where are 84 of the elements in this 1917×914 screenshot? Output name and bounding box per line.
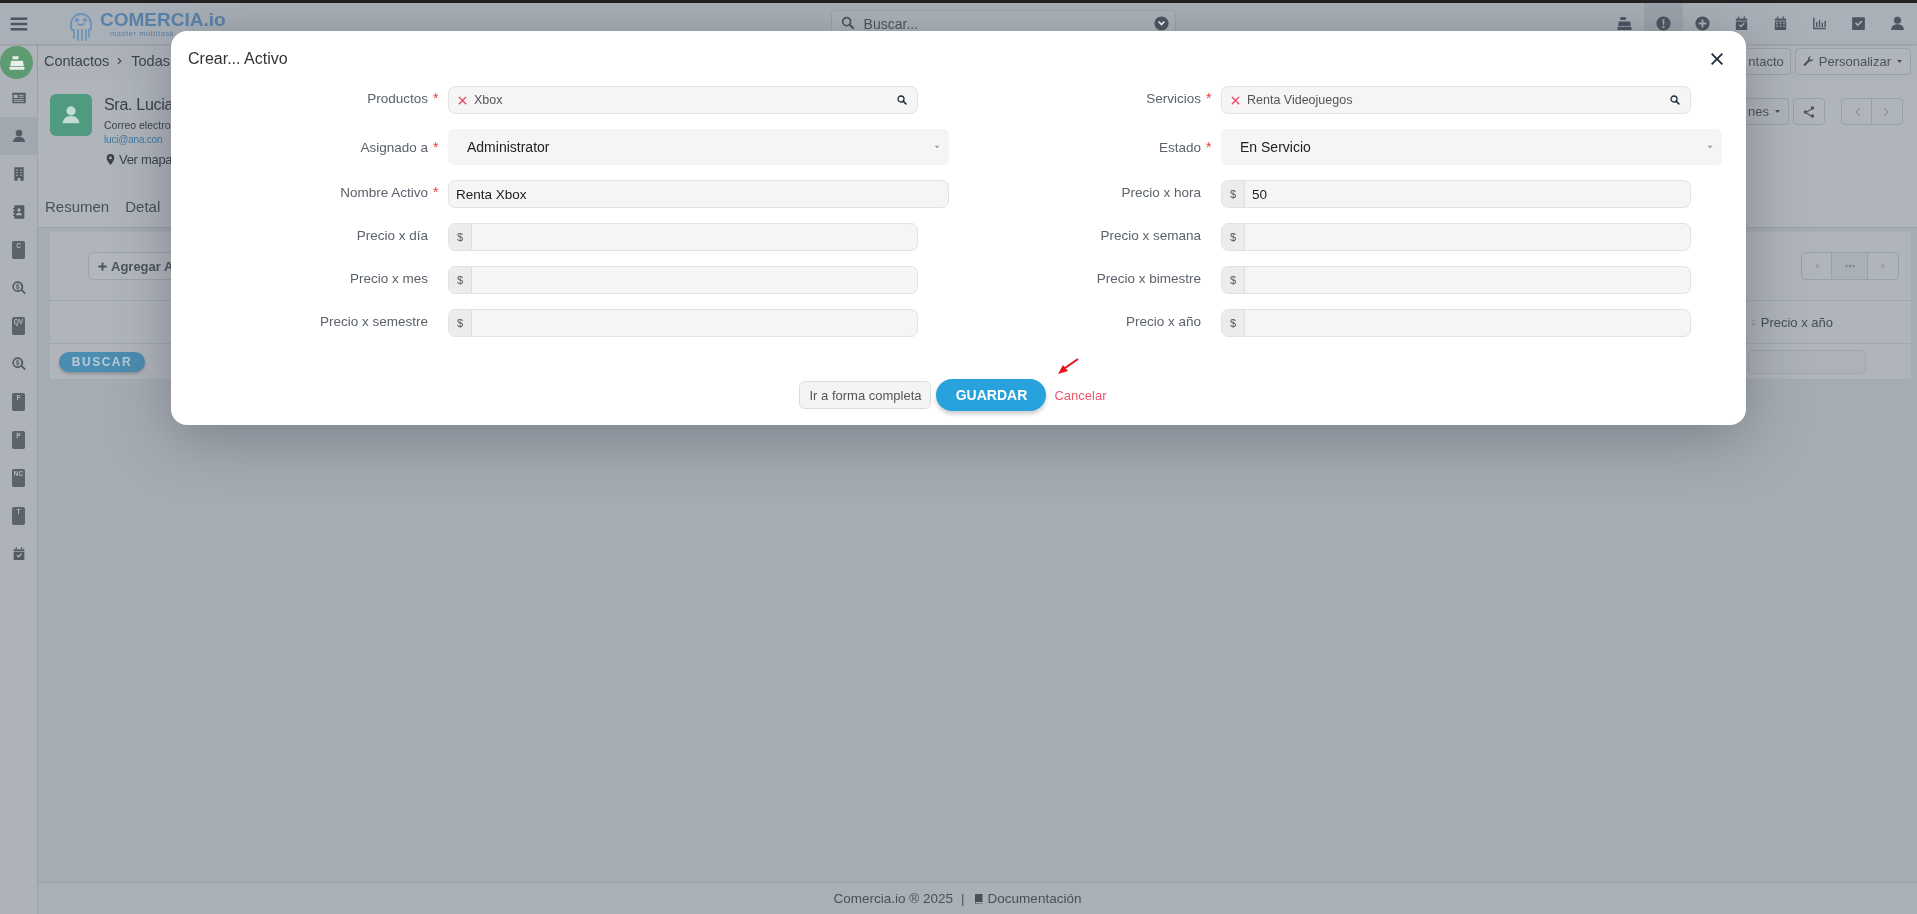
- share-button[interactable]: [1793, 98, 1825, 125]
- field-label: Asignado a: [359, 139, 428, 155]
- close-icon: [1709, 50, 1725, 67]
- price-field[interactable]: $: [1221, 309, 1691, 337]
- remove-icon[interactable]: [1230, 94, 1241, 106]
- user-icon: [10, 128, 27, 144]
- pointer-arrow: [1057, 358, 1079, 376]
- caret-icon: [1706, 143, 1714, 151]
- filter-field[interactable]: [1748, 349, 1866, 374]
- search-dollar-icon: [10, 356, 27, 372]
- email-link[interactable]: luci@ana.con: [104, 134, 174, 145]
- select-field[interactable]: Administrator: [448, 129, 949, 165]
- remove-icon[interactable]: [457, 94, 468, 106]
- wrench-icon: [1801, 54, 1815, 68]
- search-dollar-icon: [10, 280, 27, 296]
- id-card-icon: [10, 90, 27, 106]
- plus-icon: [97, 260, 108, 272]
- required-mark: *: [432, 89, 440, 106]
- chevron-down-icon[interactable]: [1152, 15, 1170, 32]
- contact-button[interactable]: ntacto: [1746, 47, 1791, 75]
- required-mark: *: [432, 139, 440, 155]
- separator: |: [961, 891, 965, 906]
- cash-register-icon[interactable]: [0, 46, 33, 79]
- search-icon: [839, 15, 856, 31]
- price-field[interactable]: $: [448, 309, 918, 337]
- map-link[interactable]: Ver mapa: [104, 152, 174, 167]
- bar-chart-icon: [1811, 15, 1828, 32]
- field-label: Precio x bimestre: [1095, 270, 1201, 286]
- caret-icon: [933, 143, 941, 151]
- column-header[interactable]: Precio x año: [1748, 314, 1833, 330]
- price-field[interactable]: $: [1221, 266, 1691, 294]
- price-field[interactable]: $: [448, 223, 918, 251]
- field-label: Estado: [1157, 139, 1201, 155]
- search-icon[interactable]: [1669, 94, 1681, 106]
- field-label: Precio x año: [1124, 313, 1201, 329]
- field-label: Precio x hora: [1120, 184, 1201, 200]
- sidebar-item[interactable]: [0, 117, 37, 155]
- contact-book-icon: [10, 204, 27, 220]
- tab[interactable]: Detal: [125, 197, 161, 215]
- field-label: Precio x día: [355, 227, 428, 243]
- search-button[interactable]: BUSCAR: [59, 351, 145, 372]
- map-pin-icon: [104, 153, 117, 166]
- field-label: Productos: [366, 90, 428, 106]
- documentation-link[interactable]: Documentación: [972, 891, 1082, 906]
- caret-right-icon: [1879, 262, 1887, 270]
- field-label: Precio x mes: [348, 270, 428, 286]
- calendar-icon: [1772, 15, 1789, 32]
- full-form-button[interactable]: Ir a forma completa: [799, 381, 932, 409]
- price-field[interactable]: $: [448, 266, 918, 294]
- breadcrumb-link[interactable]: Contactos: [44, 53, 110, 69]
- email-label: Correo electro: [104, 119, 172, 131]
- price-field[interactable]: $: [1221, 223, 1691, 251]
- copyright-text: Comercia.io ® 2025: [833, 891, 954, 906]
- lookup-field[interactable]: Renta Videojuegos: [1221, 86, 1691, 114]
- caret-icon: [1773, 107, 1782, 116]
- breadcrumb-item: Todas: [131, 53, 170, 69]
- required-mark: *: [432, 183, 440, 200]
- sort-icon: [1748, 317, 1758, 327]
- customize-button[interactable]: Personalizar: [1794, 47, 1911, 75]
- share-icon: [1802, 104, 1816, 119]
- brand-name: COMERCIA.io: [100, 9, 226, 29]
- user-icon: [1889, 15, 1906, 32]
- book-icon: [972, 892, 985, 905]
- select-field[interactable]: En Servicio: [1221, 129, 1722, 165]
- field-label: Nombre Activo: [339, 184, 428, 200]
- close-button[interactable]: [1709, 50, 1725, 67]
- tab[interactable]: Resumen: [45, 197, 110, 215]
- field-label: Precio x semestre: [318, 313, 428, 329]
- field-label: Servicios: [1145, 90, 1201, 106]
- plus-circle-icon: [1694, 15, 1711, 32]
- required-mark: *: [1205, 89, 1213, 106]
- required-mark: *: [1205, 139, 1213, 155]
- calendar-check-icon: [1733, 15, 1750, 32]
- field-label: Precio x semana: [1099, 227, 1201, 243]
- dialog-title: Crear... Activo: [188, 48, 288, 69]
- exclamation-icon: [1655, 15, 1672, 32]
- lookup-field[interactable]: Xbox: [448, 86, 918, 114]
- text-field[interactable]: Renta Xbox: [448, 180, 949, 208]
- search-icon[interactable]: [896, 94, 908, 106]
- avatar-placeholder: [50, 94, 92, 136]
- cancel-link[interactable]: Cancelar: [1054, 387, 1107, 403]
- cash-register-icon: [1616, 15, 1633, 32]
- save-button[interactable]: GUARDAR: [936, 379, 1047, 411]
- price-field[interactable]: $ 50: [1221, 180, 1691, 208]
